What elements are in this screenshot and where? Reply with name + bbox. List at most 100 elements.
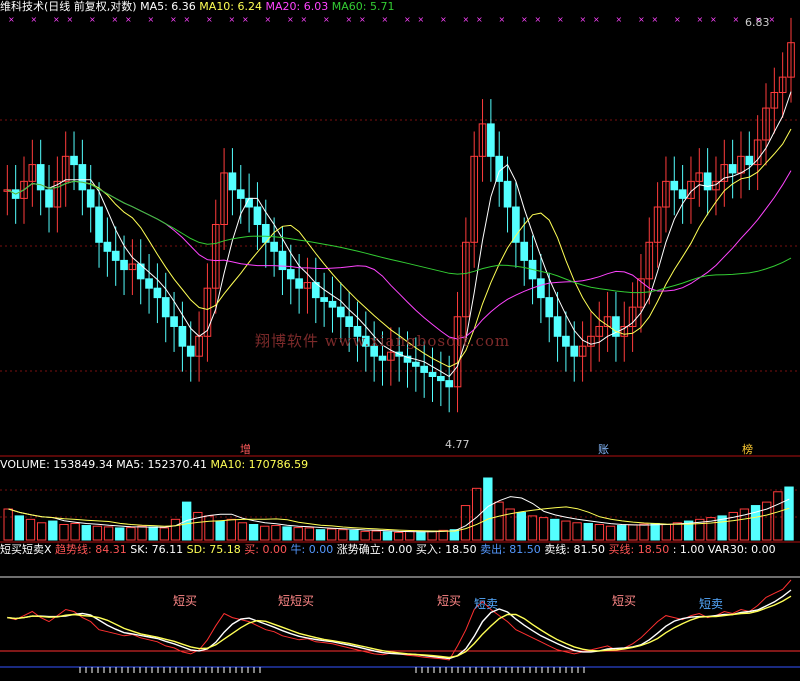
- candle-body-9: [78, 164, 87, 191]
- candle-body-30: [253, 206, 262, 225]
- top-mark-29: ×: [580, 15, 587, 24]
- top-mark-7: ×: [148, 15, 155, 24]
- volume-bar-66: [739, 508, 750, 541]
- top-mark-30: ×: [593, 15, 600, 24]
- volume-title: VOLUME: 153849.34: [0, 458, 113, 471]
- candle-body-80: [670, 180, 679, 191]
- volume-bar-50: [561, 520, 571, 541]
- volume-bar-60: [672, 522, 683, 541]
- signal-buy-1: 短买: [173, 594, 198, 608]
- volume-bar-29: [326, 528, 337, 541]
- top-mark-27: ×: [535, 15, 542, 24]
- ind-buyin: 买入: 18.50: [415, 543, 477, 556]
- volume-bar-18: [204, 515, 214, 541]
- candle-body-21: [178, 325, 187, 347]
- candle-body-8: [70, 155, 78, 166]
- volume-bar-28: [315, 529, 326, 541]
- ind-buy: 买: 0.00: [244, 543, 287, 556]
- marker-zeng: 增: [240, 443, 251, 456]
- volume-bar-2: [25, 518, 36, 541]
- chart-window: { "colors":{"bg":"#000000","up":"#ff3c3c…: [0, 0, 800, 681]
- candle-body-33: [278, 250, 287, 271]
- top-mark-28: ×: [557, 15, 564, 24]
- ma20-label: MA20: 6.03: [265, 0, 329, 13]
- candle-body-65: [545, 297, 554, 318]
- volume-ma10-line: [8, 506, 790, 532]
- candle-body-11: [95, 206, 103, 243]
- volume-ma10: MA10: 170786.59: [210, 458, 309, 471]
- top-mark-37: ×: [733, 15, 740, 24]
- price-header: 维科技术(日线 前复权,对数) MA5: 6.36 MA10: 6.24 MA2…: [0, 0, 394, 14]
- ind-one: : 1.00: [672, 543, 705, 556]
- top-mark-17: ×: [346, 15, 353, 24]
- top-mark-39: ×: [769, 15, 776, 24]
- volume-bar-67: [750, 505, 761, 541]
- volume-bar-36: [405, 530, 415, 541]
- volume-bar-70: [784, 486, 794, 541]
- volume-bar-9: [103, 526, 114, 541]
- candle-body-61: [512, 206, 520, 243]
- top-mark-12: ×: [242, 15, 249, 24]
- candle-body-39: [328, 300, 337, 308]
- top-mark-18: ×: [359, 15, 366, 24]
- candle-body-51: [428, 371, 437, 377]
- volume-bar-41: [460, 505, 471, 541]
- candle-body-60: [503, 180, 512, 208]
- volume-bar-5: [59, 524, 69, 541]
- volume-bar-27: [304, 527, 315, 541]
- volume-bar-35: [393, 531, 404, 541]
- volume-header: VOLUME: 153849.34 MA5: 152370.41 MA10: 1…: [0, 458, 308, 472]
- volume-bar-49: [550, 518, 560, 541]
- candle-body-64: [537, 278, 545, 299]
- top-mark-14: ×: [287, 15, 294, 24]
- ma10-label: MA10: 6.24: [199, 0, 263, 13]
- top-mark-4: ×: [89, 15, 96, 24]
- ind-var30: VAR30: 0.00: [707, 543, 776, 556]
- top-mark-20: ×: [404, 15, 411, 24]
- candle-body-62: [520, 241, 529, 261]
- ma5-label: MA5: 6.36: [140, 0, 196, 13]
- top-mark-11: ×: [229, 15, 236, 24]
- sk-line: [7, 589, 792, 660]
- top-mark-2: ×: [53, 15, 60, 24]
- volume-bar-52: [583, 522, 593, 541]
- top-mark-5: ×: [112, 15, 119, 24]
- candle-body-41: [345, 316, 353, 327]
- candle-body-67: [562, 335, 570, 347]
- top-mark-10: ×: [206, 15, 213, 24]
- volume-bar-31: [349, 529, 359, 541]
- volume-bar-38: [427, 530, 437, 541]
- top-mark-22: ×: [440, 15, 447, 24]
- ind-rise: 涨势确立: 0.00: [336, 543, 413, 556]
- ind-trend: 趋势线: 84.31: [55, 543, 127, 556]
- volume-bar-54: [605, 525, 616, 541]
- top-mark-6: ×: [125, 15, 132, 24]
- top-mark-19: ×: [382, 15, 389, 24]
- low-annotation: 4.77: [445, 438, 470, 451]
- candle-body-68: [570, 345, 579, 357]
- volume-bar-33: [371, 530, 381, 541]
- top-mark-32: ×: [638, 15, 645, 24]
- volume-bar-69: [773, 491, 783, 541]
- volume-bar-4: [48, 520, 58, 541]
- sd-line: [7, 595, 792, 659]
- signal-sell-2: 短卖: [699, 597, 724, 611]
- signal-buy-3: 短买: [437, 594, 462, 608]
- ind-name: 短买短卖X: [0, 543, 52, 556]
- ind-cow: 牛: 0.00: [290, 543, 334, 556]
- candle-body-53: [445, 380, 454, 388]
- candle-body-14: [120, 259, 128, 271]
- volume-bar-32: [360, 530, 370, 541]
- volume-bar-57: [639, 523, 649, 541]
- top-mark-35: ×: [697, 15, 704, 24]
- volume-bar-7: [81, 525, 91, 541]
- top-mark-25: ×: [499, 15, 506, 24]
- ind-sk: SK: 76.11: [130, 543, 184, 556]
- volume-bar-22: [248, 524, 259, 541]
- trend-line: [7, 579, 792, 661]
- ind-sellout: 卖出: 81.50: [480, 543, 541, 556]
- candle-body-49: [412, 361, 420, 367]
- top-mark-36: ×: [710, 15, 717, 24]
- candle-body-35: [295, 278, 303, 289]
- indicator-header: 短买短卖X 趋势线: 84.31 SK: 76.11 SD: 75.18 买: …: [0, 543, 776, 557]
